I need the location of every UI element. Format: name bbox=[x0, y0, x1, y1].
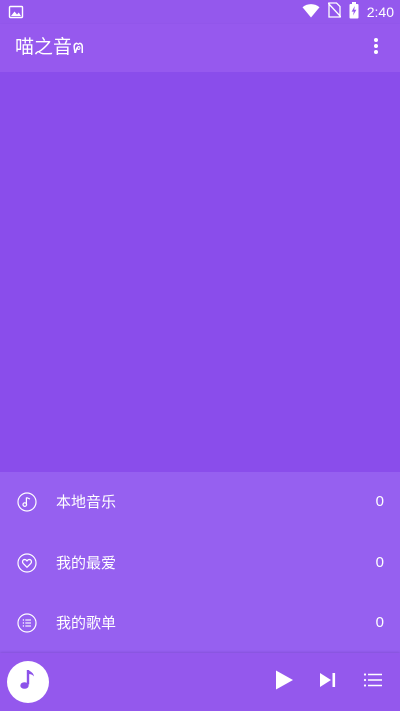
app-title: 喵之音ฅ bbox=[15, 36, 85, 58]
content-area bbox=[0, 72, 400, 472]
menu-item-playlists[interactable]: 我的歌单 0 bbox=[0, 593, 400, 653]
wifi-icon bbox=[302, 3, 320, 22]
menu-item-count: 0 bbox=[375, 493, 384, 510]
play-icon bbox=[274, 669, 294, 695]
no-sim-icon bbox=[327, 2, 342, 22]
image-notification-icon bbox=[8, 4, 24, 20]
skip-next-icon bbox=[319, 672, 337, 692]
more-vert-icon bbox=[373, 37, 379, 59]
menu-item-favorites[interactable]: 我的最爱 0 bbox=[0, 533, 400, 593]
skip-next-button[interactable] bbox=[316, 670, 340, 694]
menu-item-label: 我的最爱 bbox=[56, 554, 117, 572]
play-queue-button[interactable] bbox=[361, 670, 385, 694]
menu-list: 本地音乐 0 我的最爱 0 我的歌单 0 bbox=[0, 472, 400, 653]
app-bar: 喵之音ฅ bbox=[0, 24, 400, 72]
heart-circle-icon bbox=[17, 553, 37, 573]
player-bar bbox=[0, 653, 400, 711]
status-icons: 2:40 bbox=[302, 1, 394, 23]
music-note-icon bbox=[17, 667, 39, 697]
menu-item-local-music[interactable]: 本地音乐 0 bbox=[0, 472, 400, 532]
menu-item-count: 0 bbox=[375, 614, 384, 631]
battery-charging-icon bbox=[349, 1, 359, 23]
music-note-circle-icon bbox=[17, 492, 37, 512]
queue-list-icon bbox=[363, 672, 383, 692]
play-button[interactable] bbox=[270, 668, 298, 696]
menu-item-count: 0 bbox=[375, 554, 384, 571]
album-art-button[interactable] bbox=[7, 661, 49, 703]
status-bar: 2:40 bbox=[0, 0, 400, 24]
status-time: 2:40 bbox=[366, 4, 394, 20]
menu-item-label: 我的歌单 bbox=[56, 614, 117, 632]
more-options-button[interactable] bbox=[358, 30, 394, 66]
menu-item-label: 本地音乐 bbox=[56, 493, 117, 511]
list-circle-icon bbox=[17, 613, 37, 633]
